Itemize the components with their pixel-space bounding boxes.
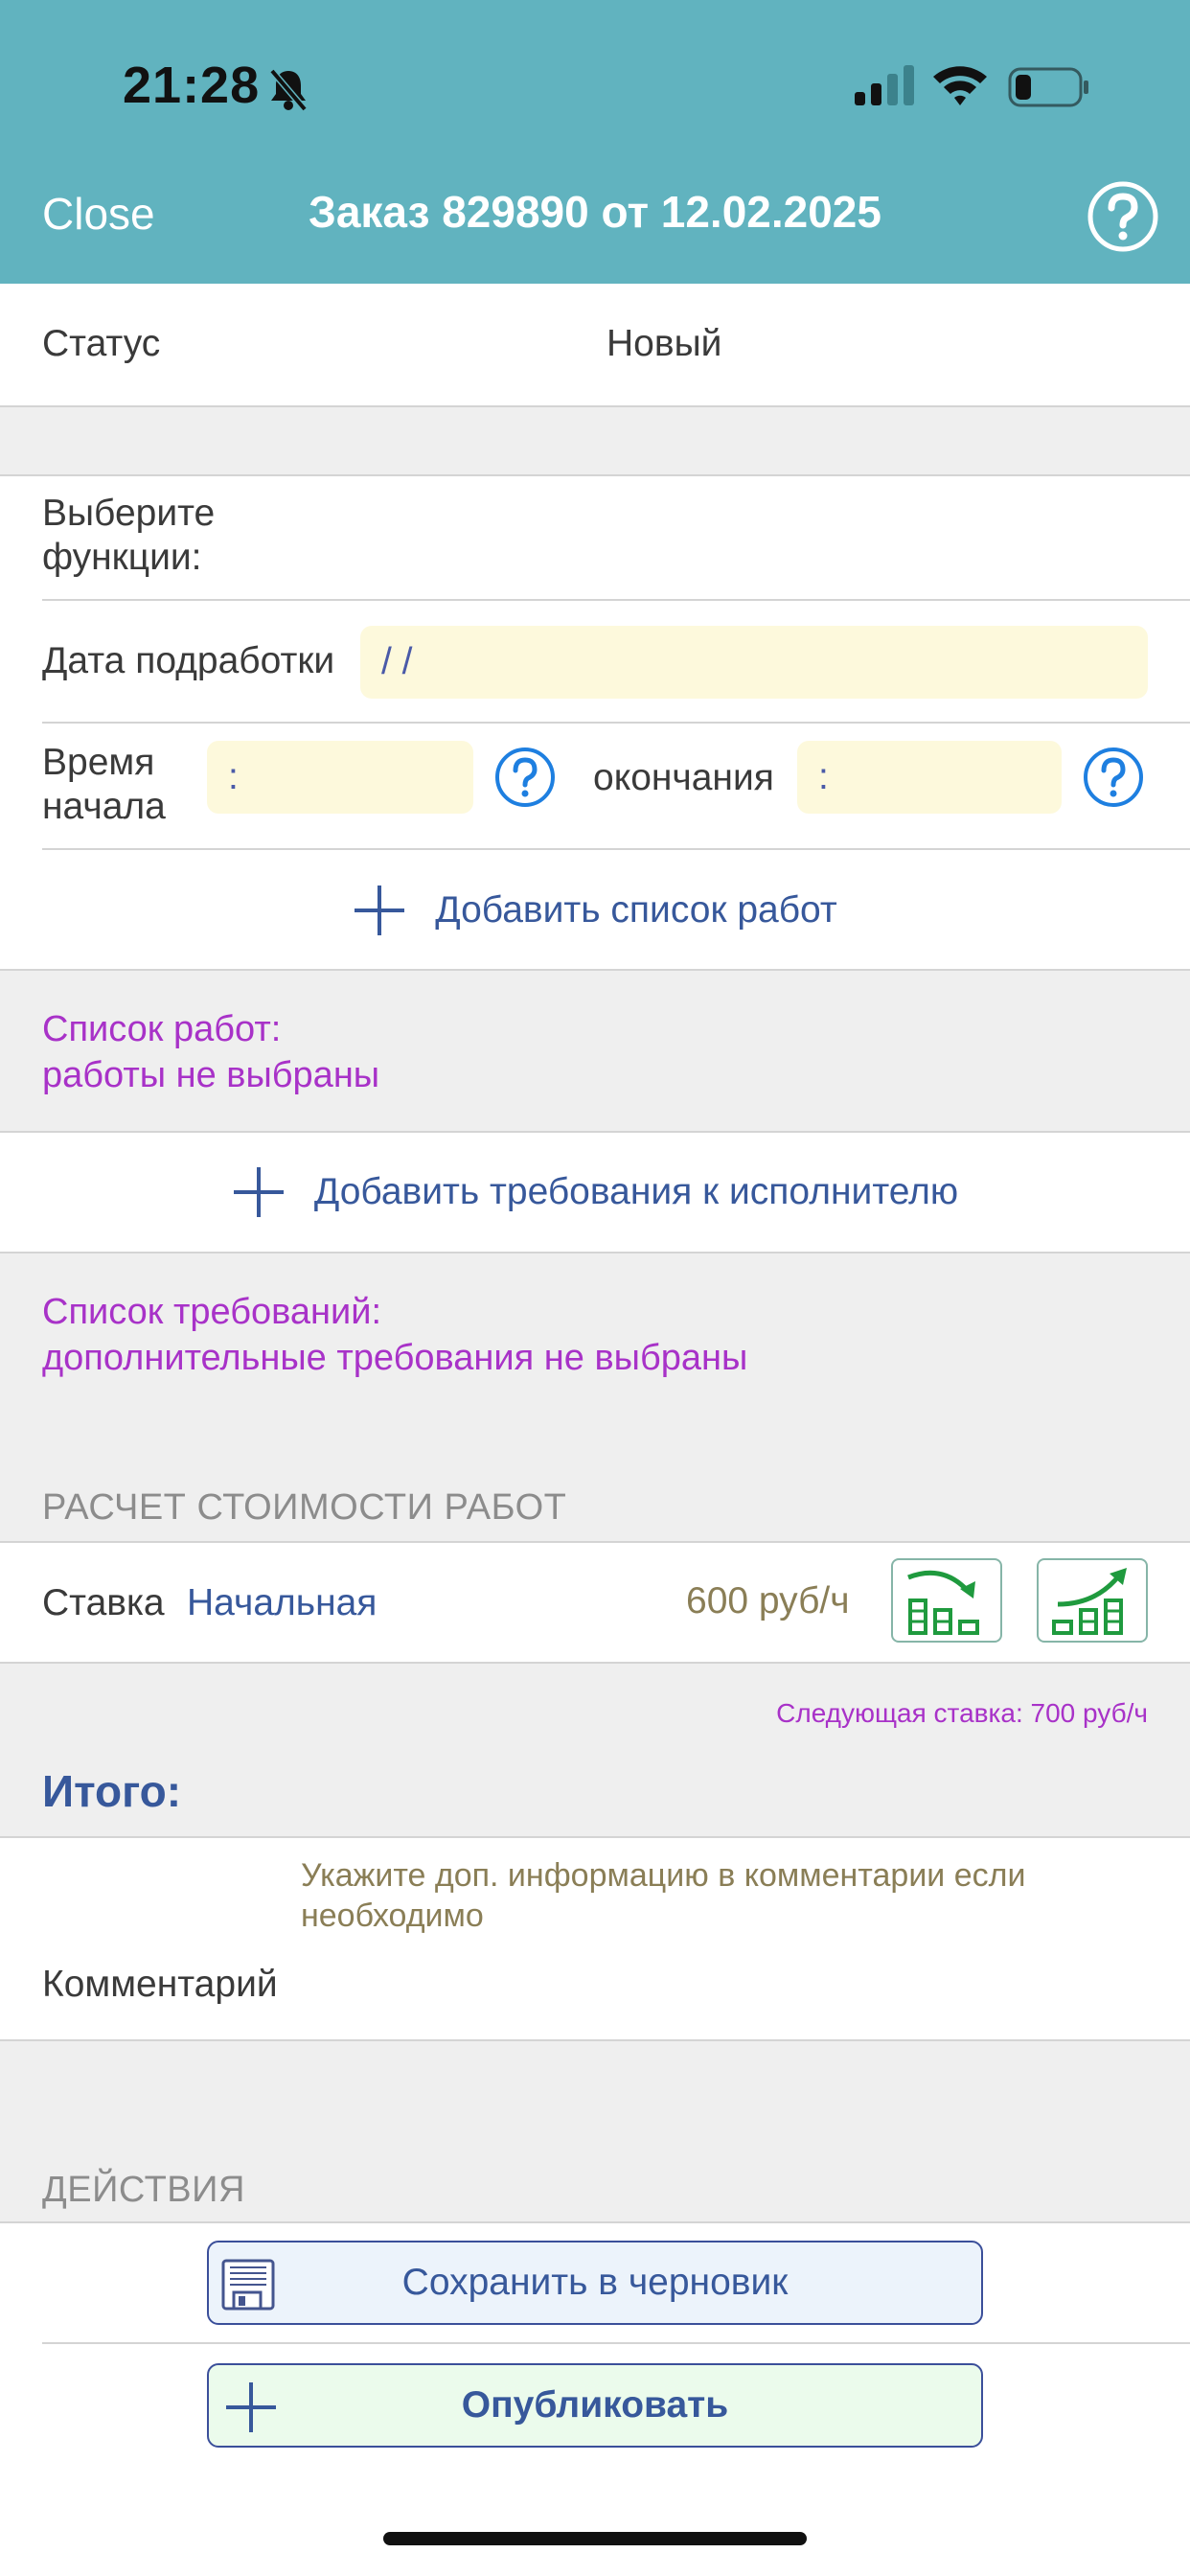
end-time-label: окончания [593, 757, 774, 798]
help-icon[interactable] [1087, 180, 1159, 253]
comment-label: Комментарий [42, 1964, 278, 2005]
rate-down-icon [907, 1570, 979, 1635]
rate-value: 600 руб/ч [686, 1580, 850, 1622]
plus-icon [355, 886, 405, 935]
plus-icon [233, 1167, 284, 1217]
start-time-label: Время начала [42, 742, 166, 827]
divider [42, 2342, 1190, 2344]
increase-rate-button[interactable] [1037, 1558, 1148, 1643]
end-time-help-icon[interactable] [1083, 747, 1144, 808]
cost-section-caption: РАСЧЕТ СТОИМОСТИ РАБОТ [42, 1487, 567, 1528]
battery-icon [1008, 67, 1088, 107]
divider [42, 722, 1190, 724]
start-time-help-icon[interactable] [494, 747, 556, 808]
form-block: Выберите функции: Дата подработки / / Вр… [0, 476, 1190, 969]
save-draft-button[interactable]: Сохранить в черновик [207, 2241, 983, 2325]
save-draft-label: Сохранить в черновик [401, 2262, 789, 2303]
floppy-disk-icon [221, 2259, 275, 2311]
comment-row[interactable]: Укажите доп. информацию в комментарии ес… [0, 1838, 1190, 2039]
page-title: Заказ 829890 от 12.02.2025 [309, 187, 881, 237]
requirements-list: Список требований: дополнительные требов… [42, 1292, 748, 1378]
status-label: Статус [42, 323, 161, 364]
status-value: Новый [606, 323, 722, 364]
rate-row: Ставка Начальная 600 руб/ч [0, 1543, 1190, 1662]
next-rate-text: Следующая ставка: 700 руб/ч [776, 1698, 1148, 1728]
requirements-block: Добавить требования к исполнителю [0, 1133, 1190, 1252]
divider [42, 599, 1190, 601]
wifi-icon [933, 66, 987, 105]
divider [42, 848, 1190, 850]
actions-section-caption: ДЕЙСТВИЯ [42, 2170, 245, 2210]
publish-button[interactable]: Опубликовать [207, 2363, 983, 2448]
functions-label[interactable]: Выберите функции: [42, 492, 215, 580]
bell-muted-icon [269, 68, 308, 112]
rate-label: Ставка [42, 1582, 165, 1623]
rate-up-icon [1052, 1568, 1127, 1635]
rate-name: Начальная [187, 1582, 378, 1623]
cellular-signal-icon [855, 65, 914, 105]
header-bar: 21:28 Close Заказ 829890 от 12.02.2025 [0, 0, 1190, 284]
publish-label: Опубликовать [461, 2384, 729, 2426]
comment-hint: Укажите доп. информацию в комментарии ес… [301, 1857, 1026, 1934]
divider [0, 1662, 1190, 1664]
divider [0, 1252, 1190, 1254]
end-time-input[interactable]: : [797, 741, 1062, 814]
status-row: Статус Новый [0, 284, 1190, 406]
decrease-rate-button[interactable] [891, 1558, 1002, 1643]
divider [0, 405, 1190, 407]
home-indicator [383, 2532, 807, 2545]
divider [0, 2039, 1190, 2041]
add-requirements-label: Добавить требования к исполнителю [313, 1171, 959, 1212]
date-input[interactable]: / / [360, 626, 1148, 699]
divider [0, 969, 1190, 971]
add-works-button[interactable]: Добавить список работ [0, 860, 1190, 961]
add-requirements-button[interactable]: Добавить требования к исполнителю [0, 1142, 1190, 1242]
add-works-label: Добавить список работ [435, 889, 837, 931]
works-list: Список работ: работы не выбраны [42, 1009, 380, 1095]
status-time: 21:28 [123, 57, 261, 114]
total-label: Итого: [42, 1766, 182, 1816]
plus-icon [226, 2382, 276, 2432]
date-label: Дата подработки [42, 640, 335, 681]
actions-block: Сохранить в черновик Опубликовать [0, 2223, 1190, 2576]
start-time-input[interactable]: : [207, 741, 473, 814]
